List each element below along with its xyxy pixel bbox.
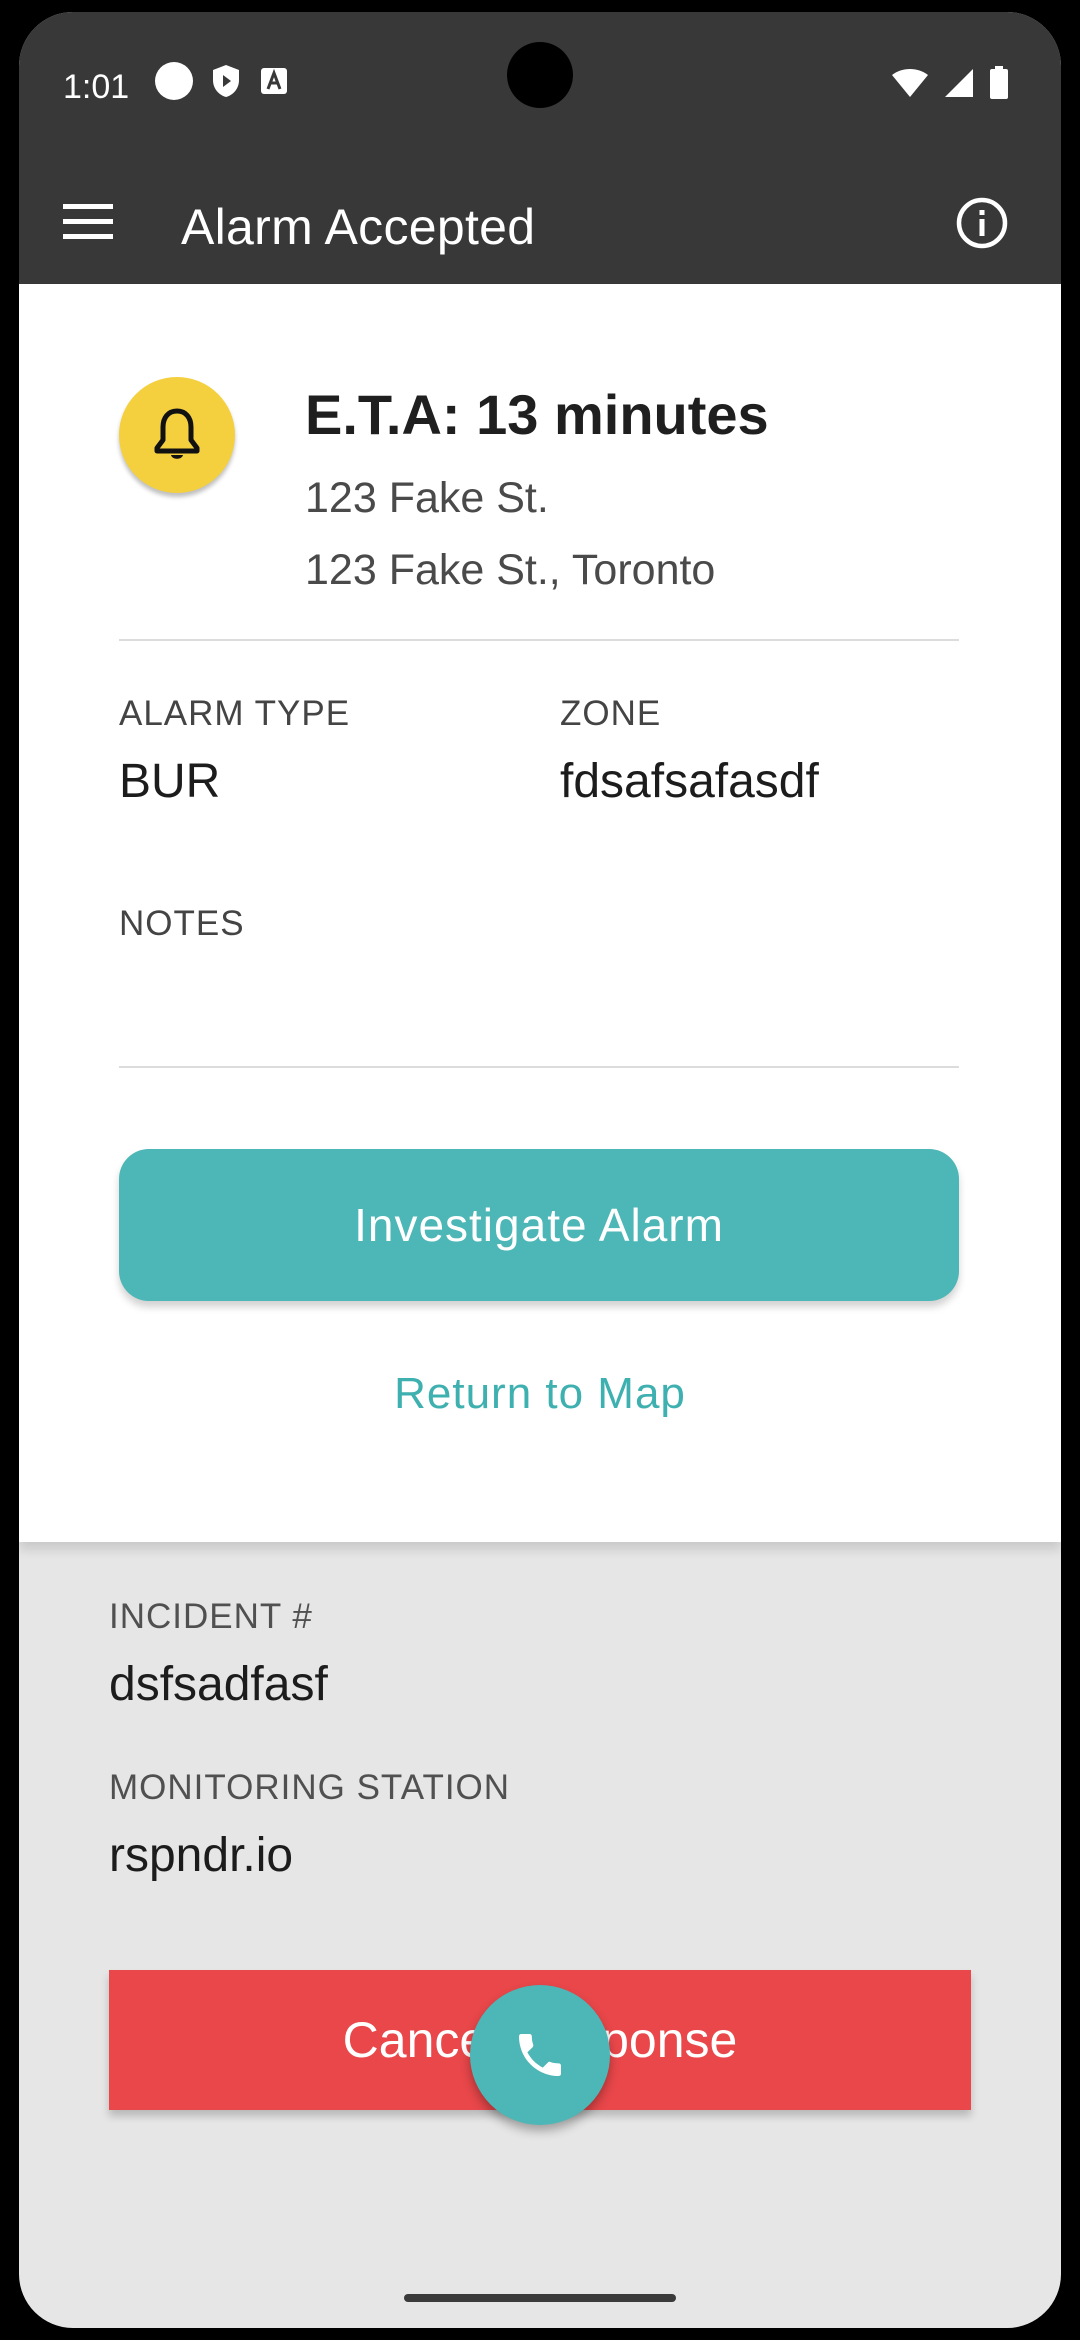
divider-top (119, 639, 959, 641)
shield-play-icon (213, 65, 239, 97)
phone-screen: 1:01 Alarm Accepted E.T.A: 13 minutes 12… (19, 12, 1061, 2328)
address-line-2: 123 Fake St., Toronto (305, 546, 716, 594)
incident-value: dsfsadfasf (109, 1658, 328, 1711)
wifi-icon (892, 69, 928, 97)
investigate-alarm-button[interactable]: Investigate Alarm (119, 1149, 959, 1301)
alarm-badge (119, 377, 235, 493)
status-icons-right (891, 66, 1009, 100)
camera-cutout (507, 42, 573, 108)
status-time: 1:01 (63, 68, 130, 106)
alarm-type-label: ALARM TYPE (119, 694, 351, 733)
notes-label: NOTES (119, 904, 245, 943)
notification-dot-icon (155, 62, 193, 100)
page-title: Alarm Accepted (181, 199, 536, 255)
cell-signal-icon (945, 69, 973, 97)
alarm-type-value: BUR (119, 755, 221, 808)
home-indicator[interactable] (404, 2294, 676, 2302)
incident-label: INCIDENT # (109, 1597, 313, 1636)
monitoring-station-label: MONITORING STATION (109, 1768, 511, 1807)
alarm-card: E.T.A: 13 minutes 123 Fake St. 123 Fake … (19, 284, 1061, 1542)
eta-heading: E.T.A: 13 minutes (305, 383, 769, 446)
app-header: 1:01 Alarm Accepted (19, 12, 1061, 284)
status-icons-left (155, 62, 289, 100)
address-line-1: 123 Fake St. (305, 474, 549, 522)
monitoring-station-value: rspndr.io (109, 1829, 294, 1882)
a-box-icon (261, 68, 287, 94)
phone-icon (519, 2034, 561, 2076)
return-to-map-link[interactable]: Return to Map (19, 1369, 1061, 1419)
hamburger-menu-icon[interactable] (63, 202, 113, 242)
zone-label: ZONE (560, 694, 662, 733)
call-button[interactable] (470, 1985, 610, 2125)
divider-notes (119, 1066, 959, 1068)
battery-icon (990, 66, 1008, 99)
info-icon[interactable] (955, 196, 1009, 250)
bell-icon (154, 408, 200, 459)
zone-value: fdsafsafasdf (560, 755, 819, 808)
